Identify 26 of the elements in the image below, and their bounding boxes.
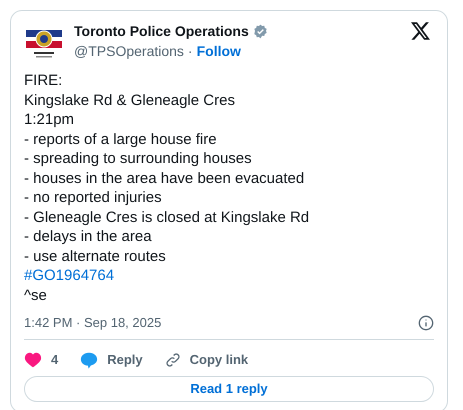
- follow-link[interactable]: Follow: [196, 41, 241, 61]
- tweet-text-line: - use alternate routes: [24, 246, 167, 266]
- tweet-text-line: - spreading to surrounding houses: [24, 149, 253, 168]
- tweet-text-line: FIRE:: [24, 71, 64, 90]
- read-replies-button[interactable]: Read 1 reply: [24, 376, 434, 402]
- like-button[interactable]: 4: [24, 350, 58, 370]
- tweet-text-line: - delays in the area: [24, 227, 153, 246]
- account-handle: @TPSOperations: [74, 42, 184, 61]
- hashtag-link[interactable]: #GO1964764: [24, 266, 114, 286]
- tweet-text-line: - Gleneagle Cres is closed at Kingslake Rd: [24, 208, 310, 227]
- tweet-text-line: Kingslake Rd & Gleneagle Cres: [24, 90, 236, 110]
- tweet-text-line: 1:21pm: [24, 110, 76, 130]
- tweet-text-line: - houses in the area have been evacuated: [24, 168, 306, 188]
- tweet-text-line: - reports of a large house fire: [24, 130, 218, 149]
- link-icon: [164, 352, 181, 368]
- x-logo-icon[interactable]: [411, 22, 430, 40]
- tweet-text-line: - no reported injuries: [24, 188, 163, 208]
- speech-bubble-icon: [80, 352, 98, 368]
- reply-button[interactable]: Reply: [80, 350, 143, 370]
- info-icon[interactable]: [418, 315, 434, 331]
- account-name: Toronto Police Operations: [74, 22, 249, 41]
- copy-link-button[interactable]: Copy link: [164, 350, 248, 370]
- heart-icon: [24, 352, 42, 368]
- separator-dot: ·: [188, 42, 193, 61]
- timestamp[interactable]: 1:42 PM · Sep 18, 2025: [24, 313, 162, 333]
- tweet-text-line: ^se: [24, 286, 48, 305]
